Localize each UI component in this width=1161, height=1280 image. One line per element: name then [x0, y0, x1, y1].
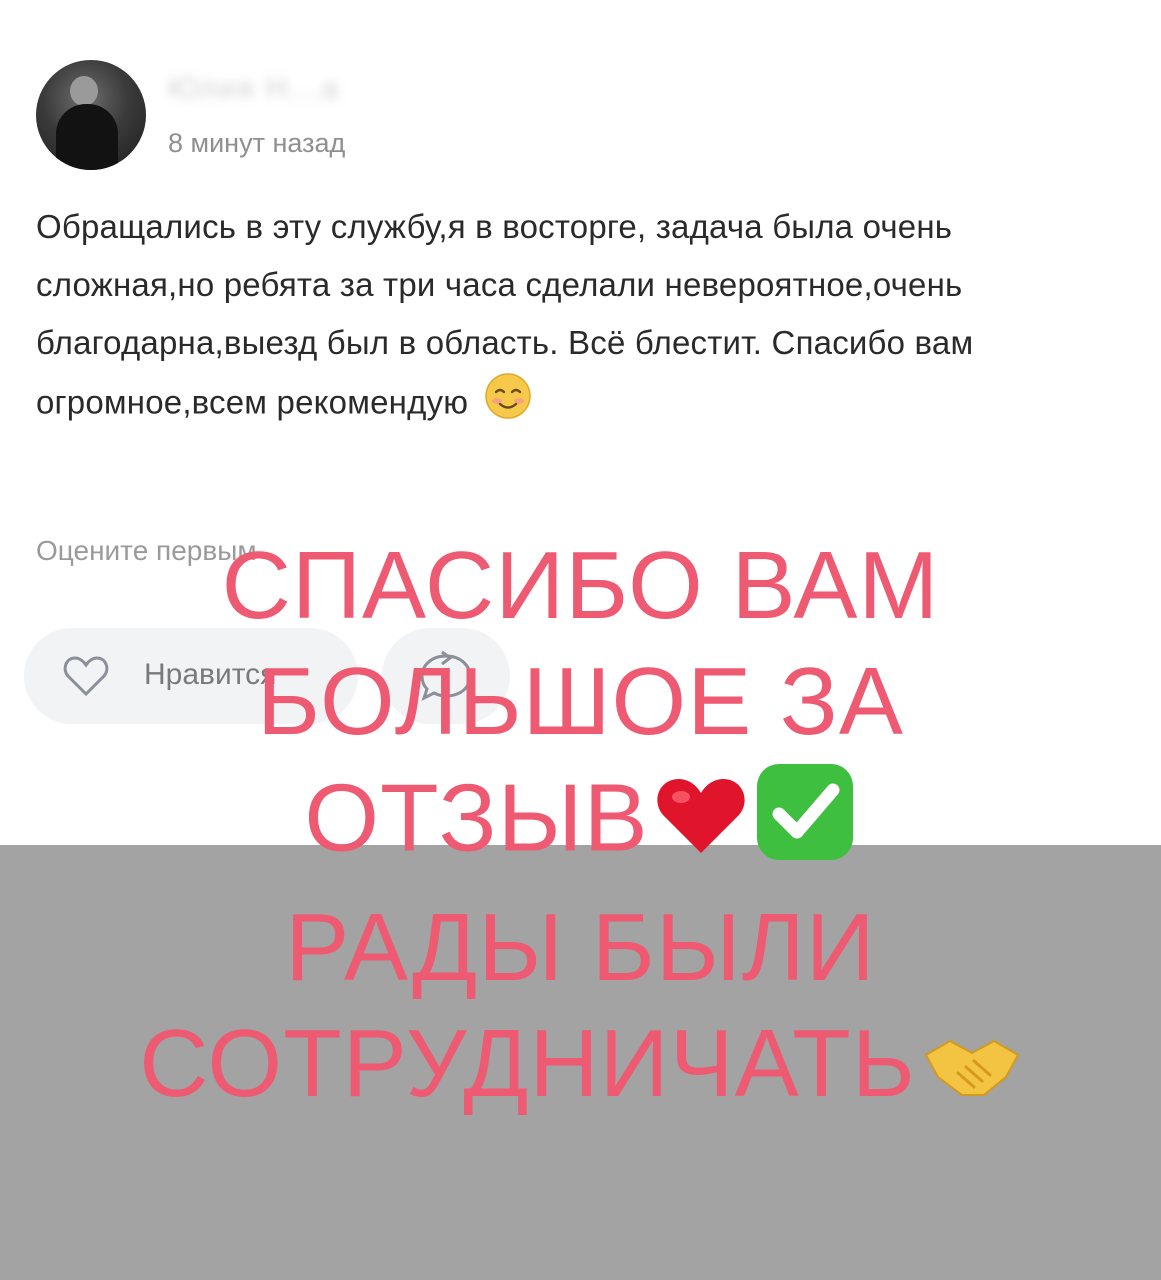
avatar-head	[70, 76, 98, 106]
overlay-line-3: ОТЗЫВ	[0, 760, 1161, 890]
overlay-line-1: СПАСИБО ВАМ	[221, 532, 940, 639]
post-timestamp: 8 минут назад	[168, 128, 346, 158]
smiling-face-icon	[484, 372, 532, 438]
red-heart-icon	[655, 767, 747, 883]
overlay-line-4: РАДЫ БЫЛИ	[285, 894, 876, 1001]
avatar[interactable]	[36, 60, 146, 170]
author-name[interactable]: Юлия Н…а	[168, 72, 340, 106]
thank-you-overlay: СПАСИБО ВАМ БОЛЬШОЕ ЗА ОТЗЫВ РАДЫ БЫЛИ С…	[0, 528, 1161, 1129]
handshake-icon	[922, 1013, 1022, 1129]
overlay-line-3-text: ОТЗЫВ	[304, 764, 649, 872]
overlay-line-5-text: СОТРУДНИЧАТЬ	[139, 1010, 916, 1117]
overlay-line-2: БОЛЬШОЕ ЗА	[257, 648, 904, 755]
overlay-line-5: СОТРУДНИЧАТЬ	[0, 1006, 1161, 1129]
review-text: Обращались в эту службу,я в восторге, за…	[36, 198, 1046, 438]
avatar-body	[56, 104, 118, 170]
check-mark-button-icon	[753, 760, 857, 890]
